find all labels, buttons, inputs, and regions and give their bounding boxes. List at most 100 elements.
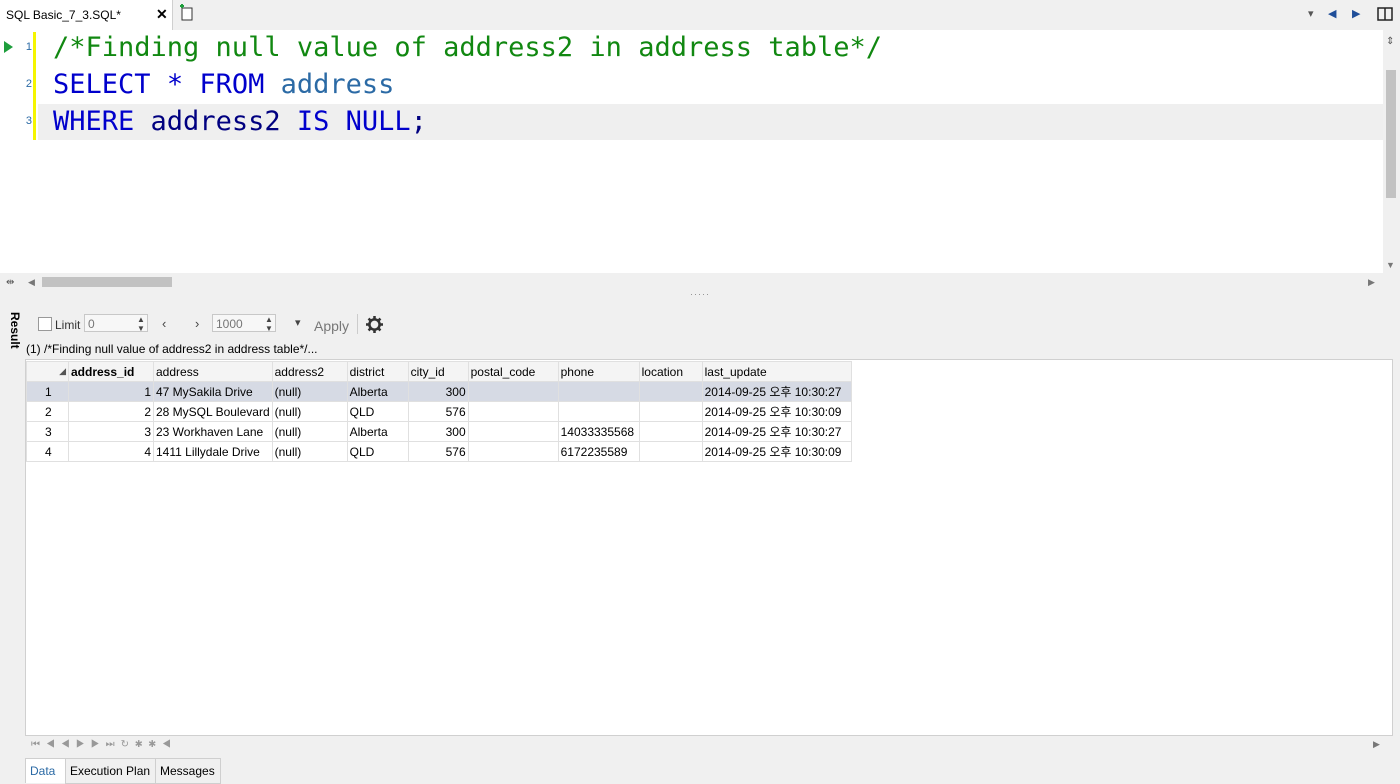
cell-location[interactable] (638, 441, 703, 462)
cell-postal-code[interactable] (467, 381, 559, 402)
table-row[interactable]: 3 3 23 Workhaven Lane (null) Alberta 300… (26, 421, 852, 442)
limit-stepper-icon[interactable]: ▲ ▼ (137, 315, 145, 333)
grid-navigation-bar: ⏮◀◀▶▶⏭↻✱✱◀ ▶ (25, 736, 1393, 756)
limit-checkbox[interactable] (38, 317, 52, 331)
cell-city-id[interactable]: 300 (407, 421, 469, 442)
row-number[interactable]: 2 (26, 401, 69, 422)
sql-semicolon: ; (410, 106, 427, 137)
cell-city-id[interactable]: 300 (407, 381, 469, 402)
cell-address2[interactable]: (null) (271, 401, 348, 422)
cell-city-id[interactable]: 576 (407, 401, 469, 422)
tab-sql-basic[interactable]: SQL Basic_7_3.SQL* ✕ (0, 0, 173, 30)
cell-phone[interactable]: 6172235589 (557, 441, 640, 462)
cell-address-id[interactable]: 1 (68, 381, 154, 402)
column-header-address-id[interactable]: address_id (68, 361, 154, 382)
cell-address[interactable]: 28 MySQL Boulevard (153, 401, 273, 422)
chevron-down-icon[interactable]: ▾ (295, 316, 301, 329)
gear-icon[interactable] (366, 316, 383, 333)
panel-splitter[interactable]: ····· (0, 289, 1400, 307)
run-arrow-icon[interactable] (4, 41, 13, 53)
sql-column-name: address2 (150, 106, 281, 137)
nav-back-icon[interactable]: ◀ (1328, 7, 1336, 20)
cell-location[interactable] (638, 381, 703, 402)
column-header-last-update[interactable]: last_update (701, 361, 852, 382)
cell-last-update[interactable]: 2014-09-25 오후 10:30:27 (701, 421, 852, 442)
editor-vertical-scroll-thumb[interactable] (1386, 70, 1396, 198)
cell-location[interactable] (638, 401, 703, 422)
cell-last-update[interactable]: 2014-09-25 오후 10:30:09 (701, 441, 852, 462)
cell-last-update[interactable]: 2014-09-25 오후 10:30:09 (701, 401, 852, 422)
scroll-left-icon[interactable]: ◀ (28, 277, 35, 288)
line-number: 2 (25, 78, 32, 90)
cell-address2[interactable]: (null) (271, 421, 348, 442)
cell-phone[interactable] (557, 401, 640, 422)
cell-last-update[interactable]: 2014-09-25 오후 10:30:27 (701, 381, 852, 402)
cell-address[interactable]: 47 MySakila Drive (153, 381, 273, 402)
cell-phone[interactable]: 14033335568 (557, 421, 640, 442)
column-header-phone[interactable]: phone (557, 361, 640, 382)
result-side-label[interactable]: Result (2, 312, 22, 349)
page-size-stepper-icon[interactable]: ▲ ▼ (265, 315, 273, 333)
column-header-city-id[interactable]: city_id (407, 361, 469, 382)
sql-editor[interactable]: 1 2 3 /*Finding null value of address2 i… (0, 30, 1383, 273)
table-row[interactable]: 2 2 28 MySQL Boulevard (null) QLD 576 20… (26, 401, 852, 422)
column-header-district[interactable]: district (346, 361, 409, 382)
column-header-address2[interactable]: address2 (271, 361, 348, 382)
tab-execution-plan[interactable]: Execution Plan (65, 758, 157, 784)
table-row[interactable]: 4 4 1411 Lillydale Drive (null) QLD 576 … (26, 441, 852, 462)
table-row[interactable]: 1 1 47 MySakila Drive (null) Alberta 300… (26, 381, 852, 402)
code-line-1: /*Finding null value of address2 in addr… (53, 30, 882, 66)
cell-address-id[interactable]: 4 (68, 441, 154, 462)
editor-horizontal-scroll-thumb[interactable] (42, 277, 172, 287)
cell-district[interactable]: QLD (346, 441, 409, 462)
editor-tab-bar: SQL Basic_7_3.SQL* ✕ ▾ ◀ ▶ (0, 0, 1400, 31)
cell-postal-code[interactable] (467, 401, 559, 422)
row-number[interactable]: 1 (26, 381, 69, 402)
cell-postal-code[interactable] (467, 441, 559, 462)
previous-page-icon[interactable]: ‹ (162, 316, 166, 331)
cell-address-id[interactable]: 2 (68, 401, 154, 422)
cell-district[interactable]: Alberta (346, 421, 409, 442)
cell-district[interactable]: Alberta (346, 381, 409, 402)
cell-address[interactable]: 1411 Lillydale Drive (153, 441, 273, 462)
column-header-location[interactable]: location (638, 361, 703, 382)
row-selector-header[interactable]: ◢ (26, 361, 69, 382)
result-toolbar: Limit 0 ▲ ▼ ‹ › 1000 ▲ ▼ ▾ Apply (25, 310, 1400, 340)
apply-button[interactable]: Apply (314, 318, 349, 334)
split-horizontal-icon[interactable]: ⇹ (6, 277, 14, 288)
row-number[interactable]: 3 (26, 421, 69, 442)
record-navigation-icons[interactable]: ⏮◀◀▶▶⏭↻✱✱◀ (31, 739, 177, 750)
scroll-right-icon[interactable]: ▶ (1368, 277, 1375, 288)
cell-postal-code[interactable] (467, 421, 559, 442)
cell-address-id[interactable]: 3 (68, 421, 154, 442)
table-header-row: ◢ address_id address address2 district c… (26, 361, 852, 382)
cell-address2[interactable]: (null) (271, 381, 348, 402)
scroll-down-icon[interactable]: ▼ (1386, 260, 1395, 270)
cell-city-id[interactable]: 576 (407, 441, 469, 462)
nav-forward-icon[interactable]: ▶ (1352, 7, 1360, 20)
chevron-down-icon[interactable]: ▾ (1308, 7, 1314, 20)
cell-address[interactable]: 23 Workhaven Lane (153, 421, 273, 442)
toolbar-divider (357, 314, 358, 334)
layout-icon[interactable] (1377, 7, 1393, 21)
tab-title: SQL Basic_7_3.SQL* (6, 8, 121, 22)
column-header-postal-code[interactable]: postal_code (467, 361, 559, 382)
tab-data[interactable]: Data (25, 758, 69, 783)
query-result-label: (1) /*Finding null value of address2 in … (26, 342, 318, 356)
cell-phone[interactable] (557, 381, 640, 402)
result-side-panel (0, 307, 25, 783)
column-header-address[interactable]: address (153, 361, 273, 382)
limit-label: Limit (55, 318, 81, 332)
new-tab-icon[interactable] (178, 4, 196, 22)
tab-messages[interactable]: Messages (155, 758, 221, 784)
close-icon[interactable]: ✕ (156, 6, 168, 23)
row-number[interactable]: 4 (26, 441, 69, 462)
cell-district[interactable]: QLD (346, 401, 409, 422)
cell-address2[interactable]: (null) (271, 441, 348, 462)
cell-location[interactable] (638, 421, 703, 442)
sql-keyword: WHERE (53, 106, 135, 137)
sql-keyword: FROM (199, 69, 265, 100)
scroll-right-icon[interactable]: ▶ (1373, 739, 1380, 750)
next-page-icon[interactable]: › (195, 316, 199, 331)
split-icon[interactable]: ⇕ (1386, 36, 1394, 47)
